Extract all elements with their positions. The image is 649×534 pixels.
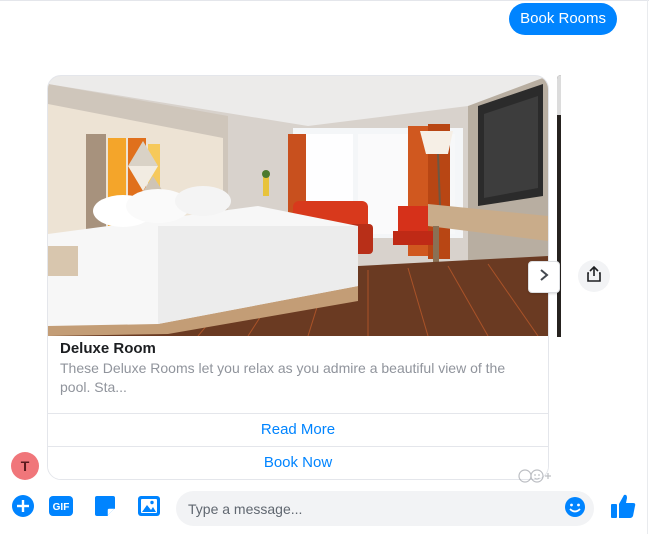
right-divider (647, 0, 648, 534)
message-input[interactable] (176, 491, 594, 526)
book-now-button[interactable]: Book Now (48, 446, 548, 479)
sticker-icon (93, 494, 117, 523)
add-attachment-button[interactable] (10, 494, 36, 523)
sticker-button[interactable] (92, 495, 118, 521)
next-card-peek[interactable] (557, 75, 561, 337)
image-icon (137, 495, 161, 522)
share-icon (586, 265, 602, 288)
room-photo[interactable] (48, 76, 548, 336)
top-divider (0, 0, 649, 1)
card-subtitle: These Deluxe Rooms let you relax as you … (60, 360, 506, 395)
add-reaction-button[interactable] (515, 467, 553, 487)
gif-button[interactable]: GIF (48, 495, 74, 521)
plus-circle-icon (11, 494, 35, 523)
bot-avatar: T (11, 452, 39, 480)
chevron-right-icon (538, 268, 550, 287)
share-button[interactable] (578, 260, 610, 292)
photo-button[interactable] (136, 495, 162, 521)
user-message-bubble: Book Rooms (509, 3, 617, 35)
like-button[interactable] (608, 493, 638, 523)
svg-text:GIF: GIF (53, 502, 70, 513)
carousel-next-button[interactable] (528, 261, 560, 293)
emoji-button[interactable] (563, 496, 587, 523)
smiley-icon (564, 496, 586, 523)
add-reaction-icon (515, 467, 553, 488)
room-card: Deluxe Room These Deluxe Rooms let you r… (47, 75, 549, 480)
thumbs-up-icon (609, 492, 637, 525)
card-title: Deluxe Room (60, 340, 156, 357)
read-more-button[interactable]: Read More (48, 413, 548, 446)
gif-icon: GIF (48, 495, 74, 522)
